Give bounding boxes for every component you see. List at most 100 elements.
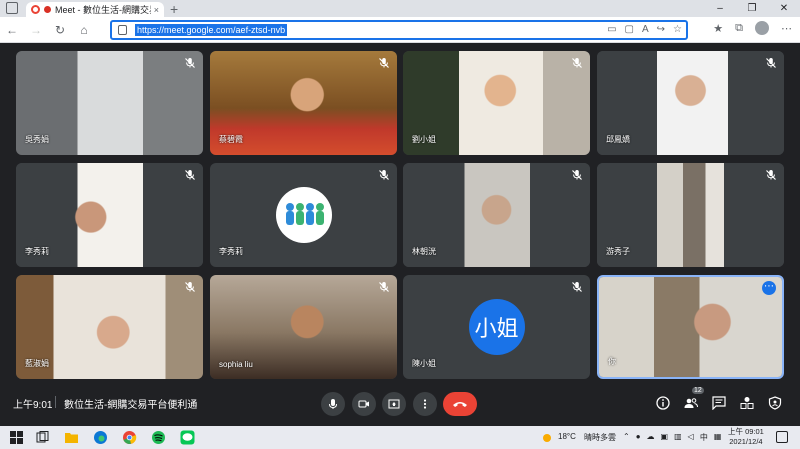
present-icon: [388, 399, 400, 409]
participant-name: 李秀莉: [25, 247, 49, 256]
participant-tile[interactable]: sophia liu: [210, 275, 397, 379]
clock[interactable]: 上午 09:01 2021/12/4: [728, 427, 764, 447]
edge-browser-icon[interactable]: [93, 430, 108, 445]
participant-tile[interactable]: 吳秀娟: [16, 51, 203, 155]
camera-tray-icon[interactable]: ▣: [661, 432, 669, 443]
share-icon[interactable]: ↪: [657, 24, 665, 35]
favorites-icon[interactable]: ★: [713, 22, 723, 35]
more-vert-icon: [423, 399, 427, 409]
mic-off-icon: [572, 170, 582, 180]
window-controls: – ❐ ✕: [704, 0, 800, 17]
recording-icon: [44, 6, 51, 13]
people-button[interactable]: [683, 395, 699, 411]
close-window-icon[interactable]: ✕: [768, 0, 800, 17]
browser-toolbar: ← → ↻ ⌂ https://meet.google.com/aef-ztsd…: [0, 17, 800, 43]
mic-off-icon: [766, 170, 776, 180]
participant-tile[interactable]: 李秀莉: [210, 163, 397, 267]
more-menu-icon[interactable]: ⋯: [781, 22, 792, 35]
weather-sun-icon[interactable]: [541, 432, 553, 444]
forward-icon[interactable]: →: [24, 23, 48, 37]
participant-tile[interactable]: 邱鳳嬌: [597, 51, 784, 155]
microphone-icon: [329, 399, 337, 409]
mic-off-icon: [379, 58, 389, 68]
windows-taskbar: 18°C 晴時多雲 ⌃ ● ☁ ▣ ▥ ◁ 中 ▦ 上午 09:01 2021/…: [0, 426, 800, 449]
back-icon[interactable]: ←: [0, 23, 24, 37]
camera-in-use-icon[interactable]: ▭: [607, 24, 616, 35]
spotify-icon[interactable]: [151, 430, 166, 445]
participant-name: 邱鳳嬌: [606, 135, 630, 144]
network-icon[interactable]: ▥: [674, 432, 682, 443]
hang-up-icon: [453, 402, 467, 407]
address-bar-icons: ▭ ▢ A ↪ ☆: [607, 24, 682, 35]
tray-app-icon[interactable]: ●: [636, 432, 641, 443]
participant-tile[interactable]: 小姐 陳小姐: [403, 275, 590, 379]
cast-icon[interactable]: ▢: [625, 24, 634, 35]
participant-name: sophia liu: [219, 360, 253, 369]
home-icon[interactable]: ⌂: [72, 23, 96, 37]
participant-tile[interactable]: 林朝洸: [403, 163, 590, 267]
browser-tab-bar: Meet - 數位生活-網購交易平 × + – ❐ ✕: [0, 0, 800, 17]
people-count-badge: 12: [692, 387, 704, 394]
participant-name: 游秀子: [606, 247, 630, 256]
more-options-button[interactable]: [413, 392, 437, 416]
tray-chevron-icon[interactable]: ⌃: [623, 432, 630, 443]
participant-tile[interactable]: 蔡碧霞: [210, 51, 397, 155]
temperature[interactable]: 18°C: [558, 432, 576, 441]
windows-start-icon[interactable]: [9, 430, 24, 445]
address-bar[interactable]: https://meet.google.com/aef-ztsd-nvb ▭ ▢…: [110, 20, 688, 40]
leave-call-button[interactable]: [443, 392, 477, 416]
mic-off-icon: [766, 58, 776, 68]
participant-name: 藍淑娟: [25, 359, 49, 368]
participant-tile[interactable]: 李秀莉: [16, 163, 203, 267]
participant-tile[interactable]: 你 ⋯: [597, 275, 784, 379]
meeting-details-button[interactable]: [655, 395, 671, 411]
mic-off-icon: [185, 170, 195, 180]
tab-title: Meet - 數位生活-網購交易平: [55, 5, 151, 15]
task-view-icon[interactable]: [35, 430, 50, 445]
mic-off-icon: [185, 58, 195, 68]
weather-text[interactable]: 晴時多雲: [584, 432, 616, 443]
participant-name: 李秀莉: [219, 247, 243, 256]
onedrive-icon[interactable]: ☁: [647, 432, 655, 443]
collections-icon[interactable]: ⧉: [735, 22, 743, 35]
new-tab-button[interactable]: +: [170, 2, 178, 17]
microphone-button[interactable]: [321, 392, 345, 416]
chat-button[interactable]: [711, 395, 727, 411]
line-app-icon[interactable]: [180, 430, 195, 445]
favorite-icon[interactable]: ☆: [673, 24, 682, 35]
chrome-icon[interactable]: [122, 430, 137, 445]
info-icon: [656, 396, 670, 410]
participant-name: 劉小姐: [412, 135, 436, 144]
volume-icon[interactable]: ◁: [688, 432, 694, 443]
system-tray: ⌃ ● ☁ ▣ ▥ ◁ 中 ▦: [623, 432, 721, 443]
initials-avatar: 小姐: [468, 299, 525, 355]
file-explorer-icon[interactable]: [64, 430, 79, 445]
people-icon: [684, 398, 698, 408]
present-screen-button[interactable]: [382, 392, 406, 416]
tab-actions-icon[interactable]: [6, 2, 18, 14]
url-text[interactable]: https://meet.google.com/aef-ztsd-nvb: [135, 24, 288, 36]
tile-options-button[interactable]: ⋯: [762, 281, 776, 295]
close-tab-icon[interactable]: ×: [154, 5, 159, 15]
chat-icon: [712, 396, 726, 410]
browser-tab[interactable]: Meet - 數位生活-網購交易平 ×: [26, 2, 164, 17]
meet-control-bar: 上午9:01 數位生活-網購交易平台便利通 12: [0, 386, 800, 422]
participant-tile[interactable]: 劉小姐: [403, 51, 590, 155]
restore-icon[interactable]: ❐: [736, 0, 768, 17]
toolbar-right: ★ ⧉ ⋯: [713, 21, 792, 35]
participant-name: 林朝洸: [412, 247, 436, 256]
camera-button[interactable]: [352, 392, 376, 416]
activities-icon: [740, 397, 754, 409]
read-aloud-icon[interactable]: A: [642, 24, 649, 35]
minimize-icon[interactable]: –: [704, 0, 736, 17]
notifications-icon[interactable]: [776, 431, 788, 443]
host-controls-button[interactable]: [767, 395, 783, 411]
ime-indicator[interactable]: 中: [700, 432, 708, 443]
participant-tile[interactable]: 游秀子: [597, 163, 784, 267]
lock-icon[interactable]: [118, 25, 127, 35]
profile-avatar[interactable]: [755, 21, 769, 35]
keyboard-icon[interactable]: ▦: [714, 432, 722, 443]
participant-tile[interactable]: 藍淑娟: [16, 275, 203, 379]
reload-icon[interactable]: ↻: [48, 23, 72, 37]
activities-button[interactable]: [739, 395, 755, 411]
